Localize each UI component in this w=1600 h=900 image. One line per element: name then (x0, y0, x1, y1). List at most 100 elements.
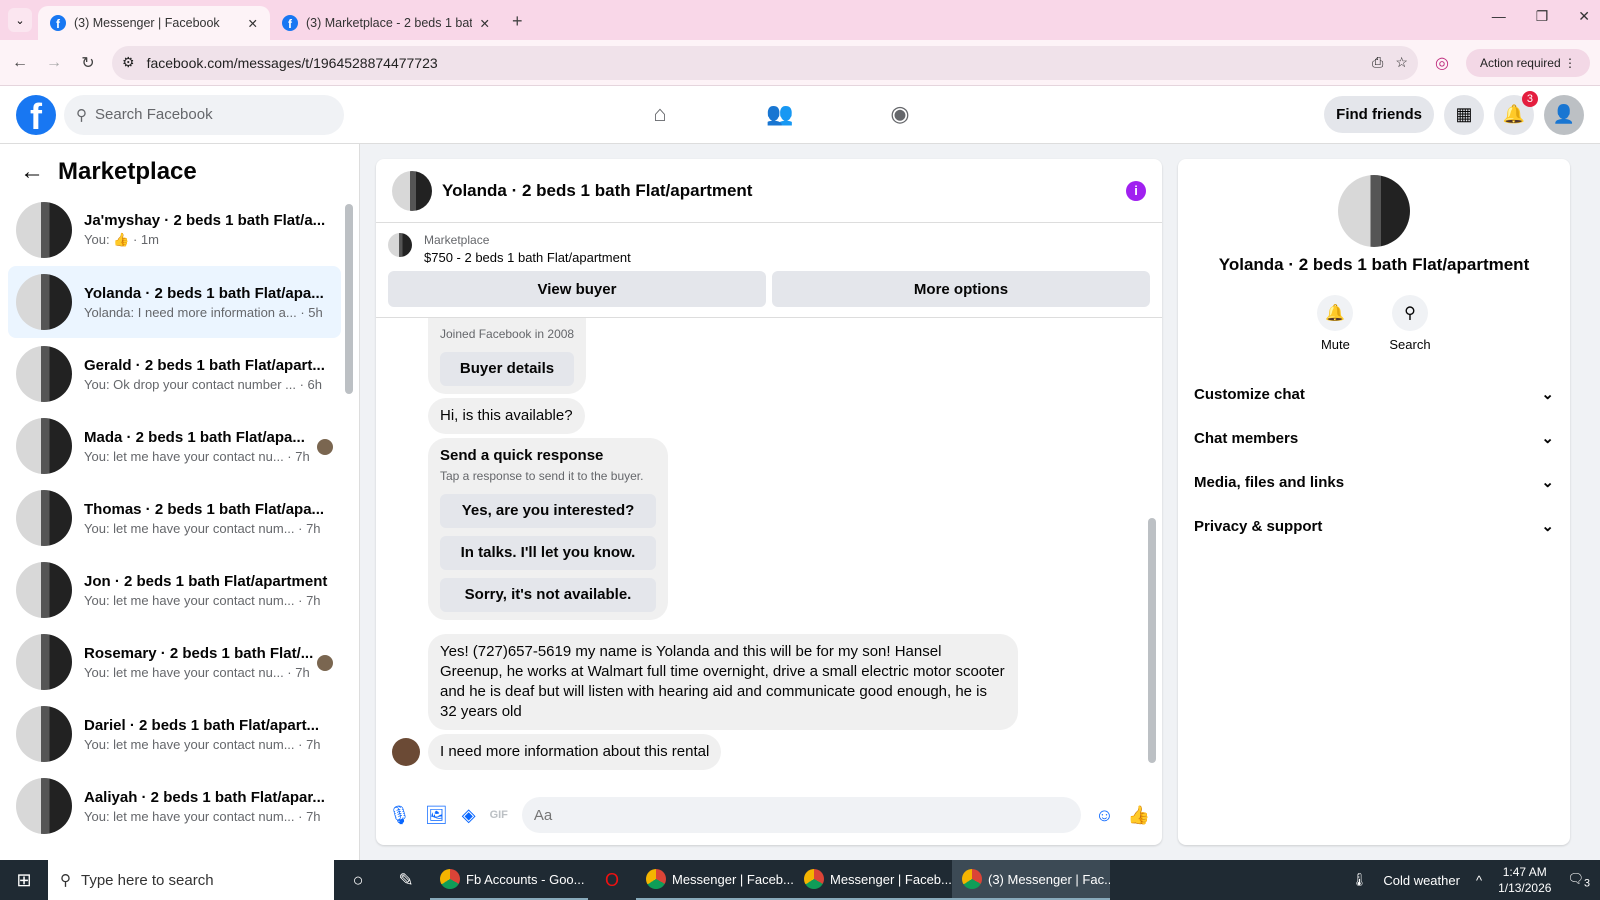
quick-response-button[interactable]: Sorry, it's not available. (440, 578, 656, 612)
new-tab-button[interactable]: + (502, 11, 533, 40)
avatar (16, 274, 72, 330)
close-icon[interactable]: ✕ (480, 16, 490, 31)
action-required-button[interactable]: Action required ⋮ (1465, 48, 1590, 77)
site-settings-icon[interactable]: ⚙ (122, 54, 135, 71)
taskbar-app[interactable]: Fb Accounts - Goo... (430, 860, 588, 900)
joined-text: Joined Facebook in 2008 (440, 327, 575, 341)
conversation-item[interactable]: QueenBee · 2 beds 1 bath Flat/... (8, 842, 341, 844)
search-placeholder: Search Facebook (95, 106, 213, 123)
conversation-name: Rosemary · 2 beds 1 bath Flat/... (84, 644, 314, 662)
quick-response-button[interactable]: Yes, are you interested? (440, 494, 656, 528)
clock[interactable]: 1:47 AM 1/13/2026 (1498, 864, 1551, 896)
details-section[interactable]: Customize chat ⌄ (1178, 372, 1570, 416)
photo-icon[interactable]: 🖼 (425, 805, 448, 826)
restore-icon[interactable]: ❐ (1536, 8, 1549, 25)
tab-marketplace[interactable]: f (3) Marketplace - 2 beds 1 bath Flat/ap… (270, 6, 502, 40)
like-thumb-icon[interactable]: 👍 (1128, 805, 1150, 826)
conversation-item[interactable]: Rosemary · 2 beds 1 bath Flat/... You: le… (8, 626, 341, 698)
browser-tabbar: ⌄ f (3) Messenger | Facebook ✕ f (3) Market… (0, 0, 1600, 40)
sidebar-scrollbar[interactable] (345, 204, 353, 394)
close-icon[interactable]: ✕ (248, 16, 258, 31)
conversation-name: Yolanda · 2 beds 1 bath Flat/apa... (84, 284, 324, 302)
search-icon: ⚲ (76, 106, 87, 124)
start-icon[interactable]: ⊞ (0, 870, 48, 891)
avatar (16, 202, 72, 258)
conversation-item[interactable]: Aaliyah · 2 beds 1 bath Flat/apar... You:… (8, 770, 341, 842)
back-arrow-icon[interactable]: ← (20, 158, 44, 186)
close-window-icon[interactable]: ✕ (1578, 8, 1590, 25)
install-icon[interactable]: ⎙ (1372, 54, 1383, 71)
microphone-icon[interactable]: 🎙 (388, 805, 411, 826)
taskbar-app[interactable]: (3) Messenger | Fac... (952, 860, 1110, 900)
taskbar-search-placeholder: Type here to search (81, 871, 214, 889)
avatar (16, 418, 72, 474)
notifications-bell-icon[interactable]: 🔔 3 (1494, 90, 1538, 135)
taskbar-app[interactable]: Messenger | Faceb... (794, 860, 952, 900)
quick-response-subtitle: Tap a response to send it to the buyer. (440, 469, 644, 483)
app-icon[interactable]: ✎ (382, 870, 430, 891)
avatar[interactable] (392, 170, 432, 211)
conversation-preview: You: let me have your contact num... · 7… (84, 808, 321, 824)
conversation-item[interactable]: Yolanda · 2 beds 1 bath Flat/apa... Yolan… (8, 266, 341, 338)
url-bar[interactable]: ⚙ facebook.com/messages/t/196452887447772… (112, 45, 1418, 80)
windows-taskbar: ⊞ ⚲ Type here to search ○ ✎ Fb Accounts -… (0, 860, 1600, 900)
friends-icon[interactable]: 👥 (760, 96, 800, 132)
conversation-preview: You: Ok drop your contact number ... · 6… (84, 376, 322, 392)
tab-search-button[interactable]: ⌄ (8, 8, 32, 32)
listing-title[interactable]: $750 - 2 beds 1 bath Flat/apartment (424, 250, 631, 265)
account-avatar[interactable]: 👤 (1544, 94, 1584, 135)
conversation-item[interactable]: Mada · 2 beds 1 bath Flat/apa... You: let… (8, 410, 341, 482)
minimize-icon[interactable]: — (1492, 8, 1506, 25)
home-icon[interactable]: ⌂ (640, 96, 680, 132)
details-section[interactable]: Chat members ⌄ (1178, 416, 1570, 460)
task-view-icon[interactable]: ○ (334, 870, 382, 891)
buyer-details-button[interactable]: Buyer details (440, 352, 574, 386)
taskbar-search[interactable]: ⚲ Type here to search (48, 860, 334, 900)
mute-button[interactable]: 🔔 Mute (1317, 295, 1354, 352)
chevron-down-icon: ⌄ (1541, 474, 1554, 491)
search-button[interactable]: ⚲ Search (1389, 295, 1431, 352)
taskbar-app[interactable]: Messenger | Faceb... (636, 860, 794, 900)
conversation-item[interactable]: Gerald · 2 beds 1 bath Flat/apart... You:… (8, 338, 341, 410)
message-input[interactable] (521, 797, 1082, 833)
weather-label[interactable]: Cold weather (1383, 873, 1460, 888)
info-icon[interactable]: i (1126, 180, 1146, 201)
bookmark-star-icon[interactable]: ☆ (1395, 54, 1408, 71)
facebook-logo[interactable]: f (16, 94, 56, 135)
view-buyer-button[interactable]: View buyer (388, 271, 766, 307)
notif-count: 3 (1583, 877, 1590, 890)
search-facebook-input[interactable]: ⚲ Search Facebook (64, 94, 344, 135)
back-icon[interactable]: ← (10, 54, 30, 72)
details-section[interactable]: Media, files and links ⌄ (1178, 460, 1570, 504)
gif-icon[interactable]: GIF (490, 809, 508, 821)
quick-response-button[interactable]: In talks. I'll let you know. (440, 536, 656, 570)
profile-avatar[interactable] (1338, 175, 1410, 247)
conversation-item[interactable]: Ja'myshay · 2 beds 1 bath Flat/a... You: … (8, 194, 341, 266)
conversation-item[interactable]: Dariel · 2 beds 1 bath Flat/apart... You:… (8, 698, 341, 770)
section-label: Customize chat (1194, 385, 1305, 403)
conversation-item[interactable]: Jon · 2 beds 1 bath Flat/apartment You: l… (8, 554, 341, 626)
conversation-preview: You: let me have your contact num... · 7… (84, 592, 321, 608)
forward-icon[interactable]: → (44, 54, 64, 72)
opera-icon[interactable]: O (588, 870, 636, 891)
conversation-preview: You: let me have your contact num... · 7… (84, 736, 321, 752)
chat-title[interactable]: Yolanda · 2 beds 1 bath Flat/apartment (442, 181, 752, 201)
section-label: Privacy & support (1194, 517, 1323, 535)
quick-response-title: Send a quick response (440, 447, 604, 464)
conversation-preview: You: let me have your contact nu... · 7h (84, 664, 310, 680)
profile-icon[interactable]: ◎ (1432, 53, 1452, 73)
find-friends-button[interactable]: Find friends (1324, 96, 1434, 133)
groups-icon[interactable]: ◉ (880, 96, 920, 132)
details-section[interactable]: Privacy & support ⌄ (1178, 504, 1570, 548)
reload-icon[interactable]: ↻ (78, 53, 98, 73)
tray-chevron-icon[interactable]: ^ (1476, 873, 1482, 888)
chat-scrollbar[interactable] (1148, 518, 1156, 763)
tab-messenger[interactable]: f (3) Messenger | Facebook ✕ (38, 6, 270, 40)
conversation-item[interactable]: Thomas · 2 beds 1 bath Flat/apa... You: l… (8, 482, 341, 554)
notification-center-icon[interactable]: 🗨3 (1567, 871, 1590, 890)
sticker-icon[interactable]: ◈ (462, 805, 476, 826)
chevron-down-icon: ⌄ (1541, 518, 1554, 535)
emoji-icon[interactable]: ☺ (1095, 805, 1113, 826)
menu-grid-icon[interactable]: ▦ (1444, 94, 1484, 135)
more-options-button[interactable]: More options (772, 271, 1150, 307)
